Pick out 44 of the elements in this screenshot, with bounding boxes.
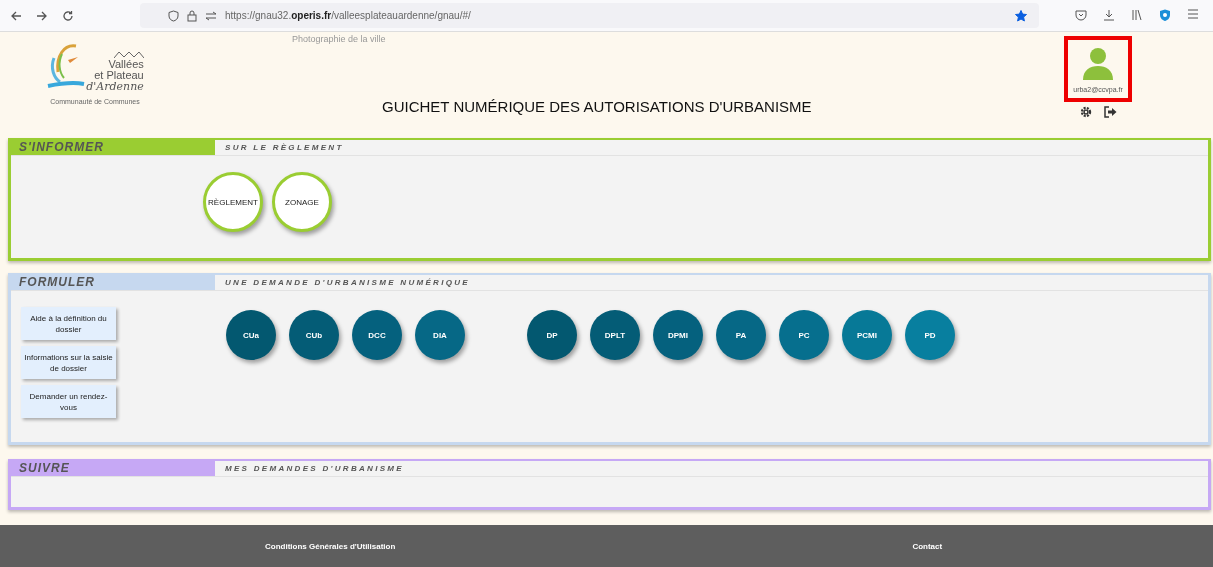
- user-icon: [1081, 45, 1115, 80]
- request-type-button[interactable]: CUa: [226, 310, 276, 360]
- forward-icon[interactable]: [36, 9, 48, 22]
- request-type-button[interactable]: PC: [779, 310, 829, 360]
- settings-icon[interactable]: [1079, 106, 1092, 118]
- request-type-button[interactable]: PCMI: [842, 310, 892, 360]
- help-button[interactable]: Demander un rendez-vous: [21, 385, 116, 418]
- section-subtitle: SUR LE RÈGLEMENT: [224, 142, 344, 154]
- logo-text: Vallées: [108, 59, 144, 70]
- request-type-button[interactable]: PA: [716, 310, 766, 360]
- request-type-button[interactable]: PD: [905, 310, 955, 360]
- lock-icon[interactable]: [187, 9, 197, 22]
- star-icon[interactable]: [1015, 9, 1027, 22]
- footer-link[interactable]: Contact: [912, 541, 943, 551]
- request-type-button[interactable]: DPMI: [653, 310, 703, 360]
- pocket-icon[interactable]: [1075, 9, 1087, 21]
- section-title: FORMULER: [11, 275, 215, 290]
- swap-icon[interactable]: [205, 10, 217, 21]
- section-subtitle: UNE DEMANDE D'URBANISME NUMÉRIQUE: [224, 277, 470, 289]
- photo-caption: Photographie de la ville: [292, 34, 387, 44]
- download-icon[interactable]: [1103, 9, 1115, 21]
- request-type-button[interactable]: DCC: [352, 310, 402, 360]
- mountain-icon: [113, 51, 144, 59]
- request-type-button[interactable]: RÈGLEMENT: [203, 172, 263, 232]
- request-type-button[interactable]: DPLT: [590, 310, 640, 360]
- help-button[interactable]: Aide à la définition du dossier: [21, 307, 116, 340]
- page-title: GUICHET NUMÉRIQUE DES AUTORISATIONS D'URBANISME: [382, 98, 813, 115]
- section-title: S'INFORMER: [11, 140, 215, 155]
- logo-text: et Plateau: [94, 70, 144, 81]
- section-subtitle: MES DEMANDES D'URBANISME: [224, 463, 404, 475]
- shield-icon[interactable]: [168, 9, 179, 22]
- request-type-button[interactable]: CUb: [289, 310, 339, 360]
- request-type-button[interactable]: ZONAGE: [272, 172, 332, 232]
- section-title: SUIVRE: [11, 461, 215, 476]
- logo-text: d'Ardenne: [86, 81, 144, 92]
- request-type-button[interactable]: DIA: [415, 310, 465, 360]
- help-button[interactable]: Informations sur la saisie de dossier: [21, 346, 116, 379]
- shield-icon[interactable]: [1159, 9, 1171, 22]
- library-icon[interactable]: [1131, 9, 1143, 21]
- back-icon[interactable]: [10, 9, 22, 22]
- footer-link[interactable]: Conditions Générales d'Utilisation: [265, 541, 396, 551]
- reload-icon[interactable]: [62, 9, 74, 22]
- logout-icon[interactable]: [1103, 106, 1117, 118]
- request-type-button[interactable]: DP: [527, 310, 577, 360]
